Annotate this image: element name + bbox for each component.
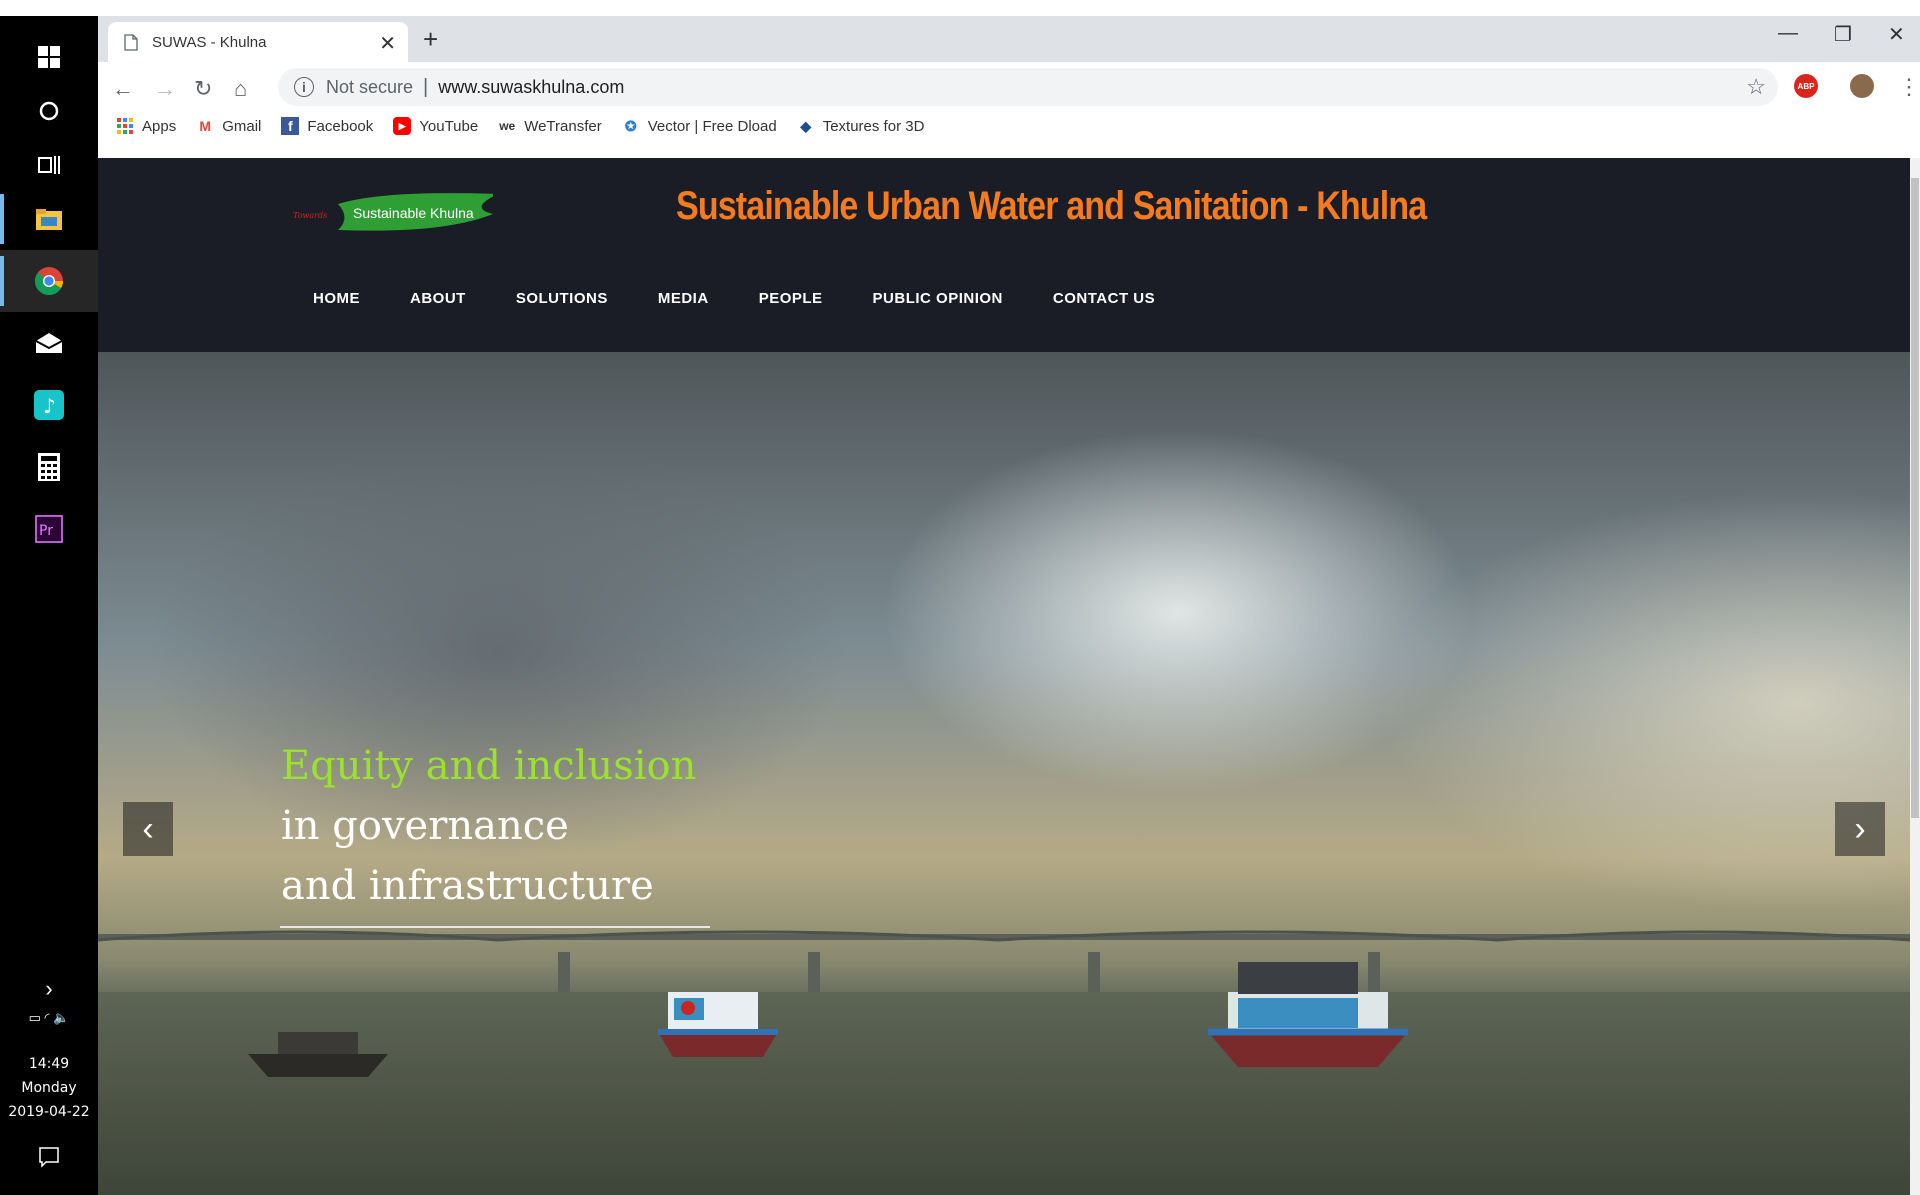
windows-start-icon[interactable] (0, 26, 98, 88)
mail-icon[interactable] (0, 312, 98, 374)
boat-image (658, 992, 778, 1057)
taskbar-clock[interactable]: 14:49 Monday 2019-04-22 (0, 1052, 98, 1124)
url-text[interactable]: www.suwaskhulna.com (438, 77, 624, 98)
new-tab-button[interactable]: + (423, 24, 438, 55)
clock-date: 2019-04-22 (8, 1104, 90, 1120)
reload-icon[interactable]: ↻ (194, 76, 212, 102)
site-header: Towards Sustainable Khulna Sustainable U… (98, 158, 1910, 352)
slider-prev-button[interactable]: ‹ (123, 802, 173, 856)
minimize-icon[interactable]: — (1778, 22, 1798, 45)
adblock-plus-icon[interactable]: ABP (1794, 74, 1818, 98)
wetransfer-icon: we (499, 119, 516, 133)
wifi-icon[interactable]: ◜ (45, 1010, 50, 1025)
volume-icon[interactable]: 🔈 (53, 1010, 69, 1025)
river-water (98, 992, 1910, 1195)
youtube-icon: ▶ (393, 117, 412, 135)
clock-day: Monday (21, 1080, 77, 1096)
bookmark-facebook[interactable]: f Facebook (281, 117, 373, 135)
restore-icon[interactable]: ❐ (1834, 22, 1852, 47)
profile-avatar[interactable] (1850, 74, 1874, 98)
bookmark-star-icon[interactable]: ☆ (1746, 74, 1766, 100)
caption-underline (280, 926, 710, 928)
clock-time: 14:49 (28, 1056, 70, 1072)
nav-people[interactable]: PEOPLE (759, 290, 823, 307)
file-explorer-icon[interactable] (0, 188, 98, 250)
site-title: Sustainable Urban Water and Sanitation -… (676, 184, 1427, 228)
action-center-icon[interactable] (0, 1146, 98, 1172)
tab-suwas[interactable]: SUWAS - Khulna ✕ (108, 22, 408, 62)
address-separator: | (423, 75, 429, 98)
caption-line-3: and infrastructure (281, 863, 654, 909)
windows-taskbar: ♪ Pr › ▭ ◜ 🔈 14:49 Monday 2019-04-22 (0, 16, 98, 1195)
main-nav: HOME ABOUT SOLUTIONS MEDIA PEOPLE PUBLIC… (313, 290, 1205, 307)
tab-title: SUWAS - Khulna (152, 33, 267, 51)
caption-line-2: in governance (281, 803, 569, 849)
textures-icon: ◆ (800, 117, 812, 134)
premiere-pro-icon[interactable]: Pr (0, 498, 98, 560)
vector-icon: ✪ (624, 117, 637, 134)
chrome-menu-icon[interactable]: ⋮ (1898, 74, 1920, 100)
bookmark-label: WeTransfer (524, 117, 602, 135)
system-tray-icons[interactable]: ▭ ◜ 🔈 (0, 1010, 98, 1026)
show-hidden-icons-chevron-icon[interactable]: › (0, 976, 98, 1002)
boat-image (248, 1032, 388, 1077)
caption-line-1: Equity and inclusion (281, 743, 697, 789)
bookmark-textures[interactable]: ◆ Textures for 3D (797, 117, 925, 135)
nav-about[interactable]: ABOUT (410, 290, 466, 307)
chrome-icon[interactable] (0, 250, 98, 312)
forward-arrow-icon[interactable]: → (154, 76, 176, 102)
nav-contact-us[interactable]: CONTACT US (1053, 290, 1155, 307)
hero-slider: Equity and inclusion in governance and i… (98, 352, 1910, 1195)
logo-text: Sustainable Khulna (353, 205, 474, 221)
music-app-icon[interactable]: ♪ (0, 374, 98, 436)
sustainable-khulna-logo[interactable]: Towards Sustainable Khulna (293, 186, 493, 236)
hero-caption: Equity and inclusion in governance and i… (281, 736, 696, 916)
bookmark-label: YouTube (419, 117, 479, 135)
page-scrollbar[interactable] (1910, 158, 1920, 1195)
bookmark-label: Apps (142, 117, 177, 135)
svg-text:Towards: Towards (293, 211, 327, 220)
apps-grid-icon (116, 117, 134, 135)
bookmark-label: Facebook (307, 117, 374, 135)
slider-next-button[interactable]: › (1835, 802, 1885, 856)
browser-toolbar: ← → ↻ ⌂ i Not secure | www.suwaskhulna.c… (98, 62, 1920, 144)
calculator-icon[interactable] (0, 436, 98, 498)
nav-media[interactable]: MEDIA (658, 290, 709, 307)
boat-image (1208, 962, 1408, 1067)
bookmark-label: Gmail (222, 117, 262, 135)
top-strip (0, 0, 1920, 16)
tab-strip: SUWAS - Khulna ✕ + — ❐ ✕ (98, 16, 1920, 62)
back-arrow-icon[interactable]: ← (112, 76, 134, 102)
address-bar[interactable]: i Not secure | www.suwaskhulna.com ☆ (278, 68, 1778, 106)
close-tab-icon[interactable]: ✕ (379, 31, 396, 56)
bookmarks-bar: Apps M Gmail f Facebook ▶ YouTube we WeT… (116, 112, 944, 140)
battery-icon[interactable]: ▭ (29, 1010, 41, 1025)
bookmark-wetransfer[interactable]: we WeTransfer (498, 117, 602, 135)
svg-text:Pr: Pr (39, 523, 53, 539)
home-icon[interactable]: ⌂ (234, 76, 247, 102)
bookmark-gmail[interactable]: M Gmail (196, 117, 261, 135)
svg-text:♪: ♪ (43, 394, 56, 418)
chevron-left-icon: ‹ (142, 809, 154, 848)
close-window-icon[interactable]: ✕ (1888, 22, 1905, 47)
bridge-image (98, 930, 1910, 942)
nav-home[interactable]: HOME (313, 290, 360, 307)
gmail-icon: M (199, 118, 212, 134)
bookmark-label: Vector | Free Dload (647, 117, 777, 135)
task-view-icon[interactable] (0, 134, 98, 196)
bookmark-apps[interactable]: Apps (116, 117, 176, 135)
bookmark-youtube[interactable]: ▶ YouTube (393, 117, 478, 135)
chevron-right-icon: › (1854, 809, 1866, 848)
scrollbar-thumb[interactable] (1911, 178, 1919, 818)
web-page: Towards Sustainable Khulna Sustainable U… (98, 158, 1910, 1195)
bookmark-vector[interactable]: ✪ Vector | Free Dload (622, 117, 777, 135)
page-icon (124, 33, 138, 51)
search-cortana-icon[interactable] (0, 80, 98, 142)
nav-public-opinion[interactable]: PUBLIC OPINION (873, 290, 1003, 307)
nav-solutions[interactable]: SOLUTIONS (516, 290, 608, 307)
security-label: Not secure (326, 76, 414, 97)
bookmark-label: Textures for 3D (822, 117, 925, 135)
facebook-icon: f (281, 117, 300, 135)
info-icon[interactable]: i (294, 77, 314, 97)
